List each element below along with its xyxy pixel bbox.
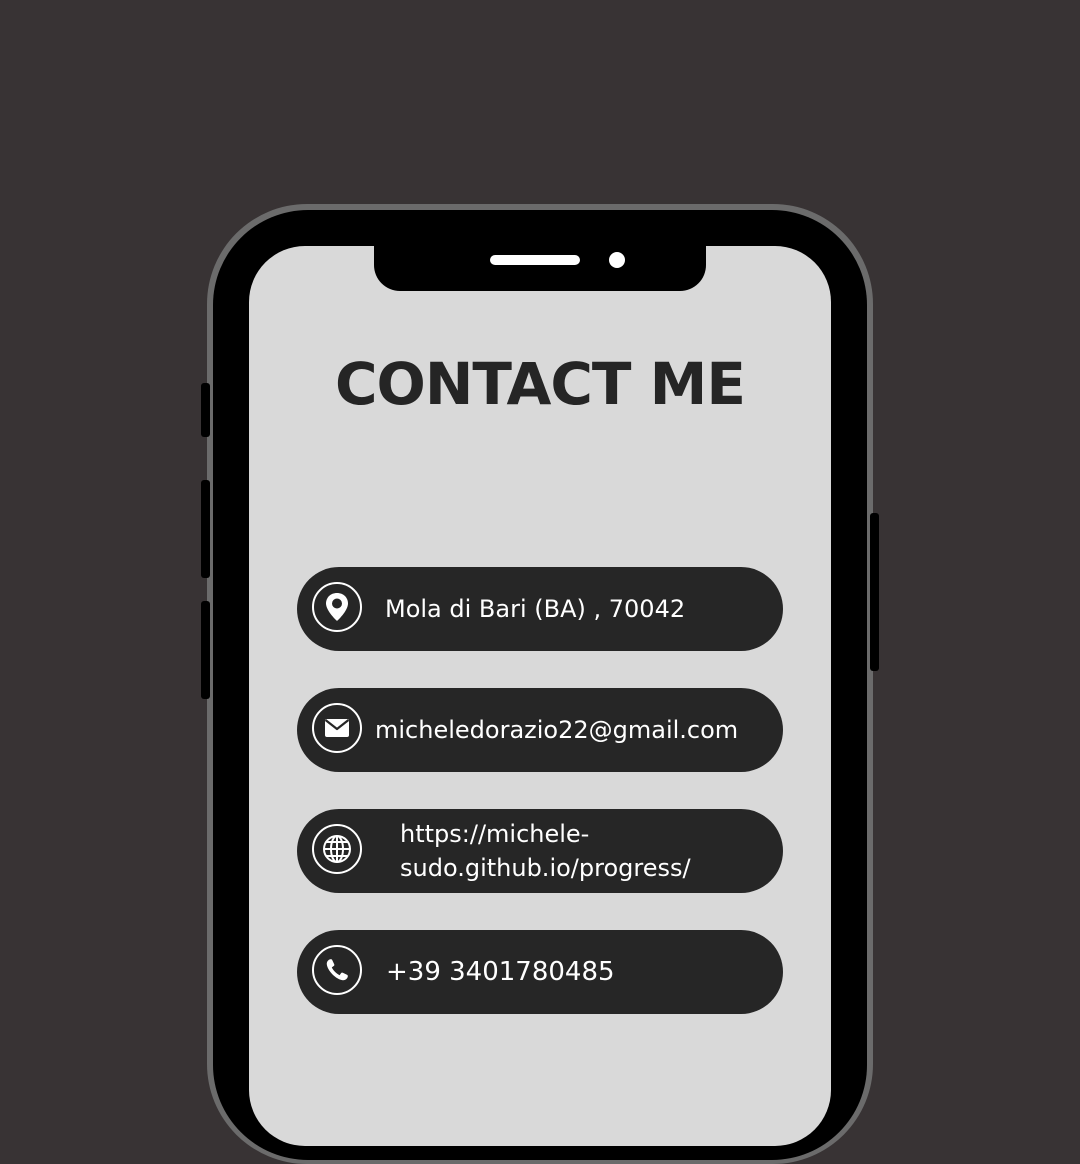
speaker-grille (490, 255, 580, 265)
phone-side-button-right (870, 513, 879, 671)
globe-icon (312, 824, 362, 874)
phone-notch (374, 246, 706, 291)
front-camera (609, 252, 625, 268)
phone-side-button-left-3 (201, 601, 210, 699)
contact-item-website: https://michele- sudo.github.io/progress… (297, 809, 783, 893)
phone-side-button-left-1 (201, 383, 210, 437)
website-line-2: sudo.github.io/progress/ (400, 854, 691, 882)
phone-screen: CONTACT ME Mola di Bari (BA) , 70042 mic… (249, 246, 831, 1146)
location-pin-icon (312, 582, 362, 632)
contact-item-location: Mola di Bari (BA) , 70042 (297, 567, 783, 651)
phone-side-button-left-2 (201, 480, 210, 578)
contact-item-phone: +39 3401780485 (297, 930, 783, 1014)
contact-email[interactable]: micheledorazio22@gmail.com (375, 688, 738, 772)
page-title: CONTACT ME (334, 350, 746, 418)
contact-item-email: micheledorazio22@gmail.com (297, 688, 783, 772)
website-line-1: https://michele- (400, 820, 590, 848)
contact-address: Mola di Bari (BA) , 70042 (385, 595, 686, 623)
contact-website[interactable]: https://michele- sudo.github.io/progress… (400, 809, 770, 893)
phone-icon (312, 945, 362, 995)
envelope-icon (312, 703, 362, 753)
contact-phone[interactable]: +39 3401780485 (386, 930, 615, 1014)
